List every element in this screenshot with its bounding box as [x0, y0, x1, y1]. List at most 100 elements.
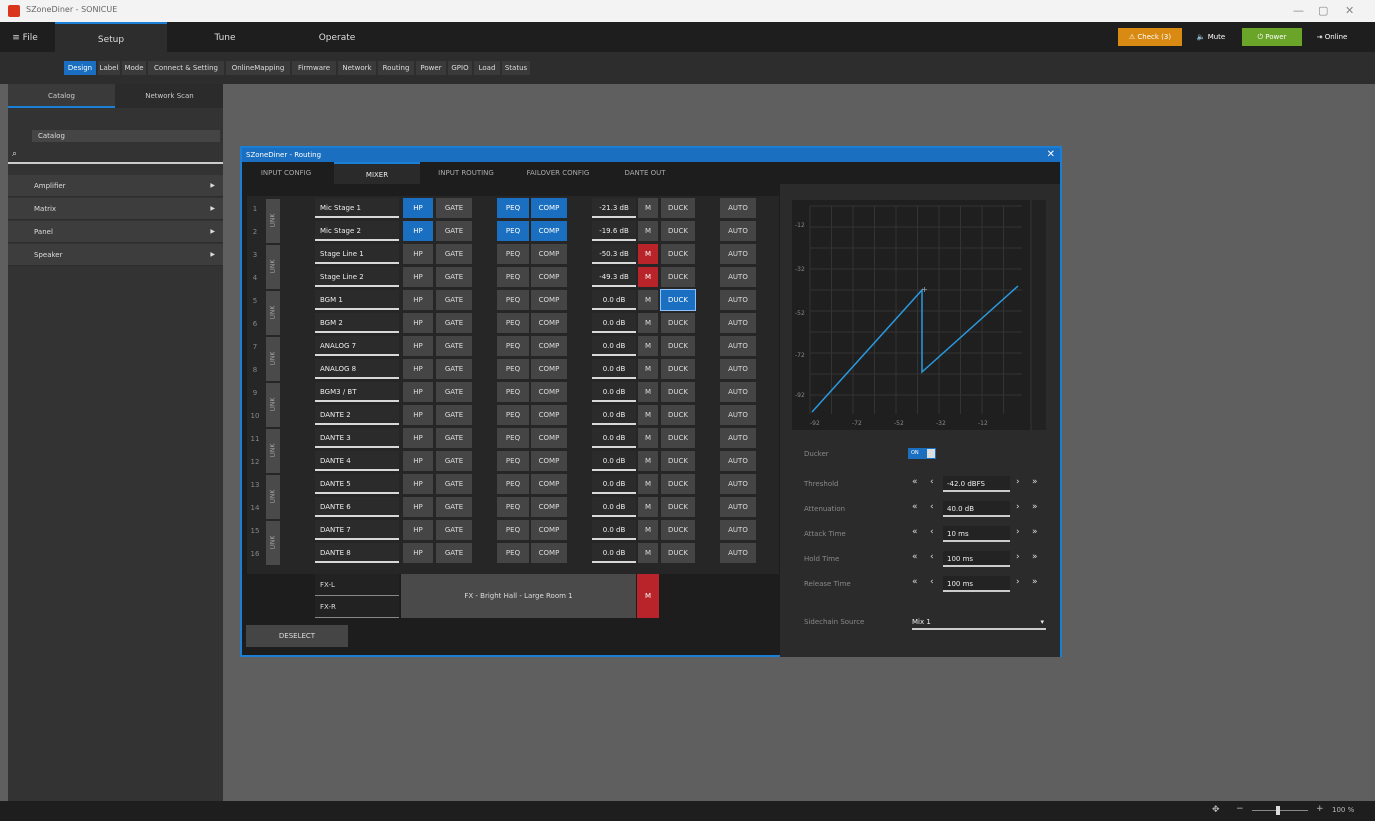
decrement-fast-icon[interactable]: « — [912, 527, 918, 537]
channel-gain-field[interactable]: 0.0 dB — [592, 497, 636, 517]
decrement-icon[interactable]: ‹ — [930, 477, 934, 487]
peq-button[interactable]: PEQ — [497, 474, 529, 494]
auto-button[interactable]: AUTO — [720, 290, 756, 310]
hp-button[interactable]: HP — [403, 543, 433, 563]
subtab-label[interactable]: Label — [98, 61, 120, 75]
decrement-fast-icon[interactable]: « — [912, 552, 918, 562]
channel-gain-field[interactable]: 0.0 dB — [592, 543, 636, 563]
channel-mute-button[interactable]: M — [638, 520, 658, 540]
peq-button[interactable]: PEQ — [497, 359, 529, 379]
comp-button[interactable]: COMP — [531, 428, 567, 448]
auto-button[interactable]: AUTO — [720, 497, 756, 517]
hp-button[interactable]: HP — [403, 428, 433, 448]
channel-mute-button[interactable]: M — [638, 221, 658, 241]
decrement-fast-icon[interactable]: « — [912, 577, 918, 587]
duck-button[interactable]: DUCK — [661, 267, 695, 287]
maximize-button[interactable]: ▢ — [1318, 4, 1328, 17]
subtab-design[interactable]: Design — [64, 61, 96, 75]
comp-button[interactable]: COMP — [531, 451, 567, 471]
channel-name-field[interactable]: DANTE 6 — [315, 497, 399, 517]
gate-button[interactable]: GATE — [436, 497, 472, 517]
channel-gain-field[interactable]: 0.0 dB — [592, 313, 636, 333]
tab-operate[interactable]: Operate — [282, 22, 392, 52]
channel-name-field[interactable]: Mic Stage 2 — [315, 221, 399, 241]
channel-gain-field[interactable]: 0.0 dB — [592, 290, 636, 310]
auto-button[interactable]: AUTO — [720, 198, 756, 218]
check-button[interactable]: ⚠ Check (3) — [1118, 28, 1182, 46]
subtab-status[interactable]: Status — [502, 61, 530, 75]
peq-button[interactable]: PEQ — [497, 543, 529, 563]
hp-button[interactable]: HP — [403, 290, 433, 310]
channel-mute-button[interactable]: M — [638, 244, 658, 264]
tab-failover-config[interactable]: FAILOVER CONFIG — [512, 162, 604, 184]
link-button[interactable]: LINK — [266, 199, 280, 243]
channel-mute-button[interactable]: M — [638, 267, 658, 287]
gate-button[interactable]: GATE — [436, 313, 472, 333]
channel-name-field[interactable]: BGM 2 — [315, 313, 399, 333]
decrement-icon[interactable]: ‹ — [930, 577, 934, 587]
duck-button[interactable]: DUCK — [661, 405, 695, 425]
channel-name-field[interactable]: DANTE 5 — [315, 474, 399, 494]
increment-fast-icon[interactable]: » — [1032, 552, 1038, 562]
subtab-mode[interactable]: Mode — [122, 61, 146, 75]
subtab-power[interactable]: Power — [416, 61, 446, 75]
sidebar-item-panel[interactable]: Panel ▶ — [8, 221, 223, 243]
channel-name-field[interactable]: ANALOG 8 — [315, 359, 399, 379]
peq-button[interactable]: PEQ — [497, 221, 529, 241]
hp-button[interactable]: HP — [403, 198, 433, 218]
peq-button[interactable]: PEQ — [497, 198, 529, 218]
channel-name-field[interactable]: DANTE 4 — [315, 451, 399, 471]
gate-button[interactable]: GATE — [436, 474, 472, 494]
minimize-button[interactable]: — — [1293, 4, 1304, 17]
duck-button[interactable]: DUCK — [661, 474, 695, 494]
channel-gain-field[interactable]: 0.0 dB — [592, 451, 636, 471]
zoom-out-button[interactable]: − — [1236, 804, 1244, 814]
hp-button[interactable]: HP — [403, 520, 433, 540]
catalog-search-input[interactable]: ⌕ — [8, 146, 223, 164]
channel-mute-button[interactable]: M — [638, 313, 658, 333]
ducker-toggle[interactable]: ON — [908, 448, 936, 459]
auto-button[interactable]: AUTO — [720, 428, 756, 448]
file-menu[interactable]: ≡ File — [10, 22, 40, 52]
channel-gain-field[interactable]: 0.0 dB — [592, 474, 636, 494]
increment-icon[interactable]: › — [1016, 502, 1020, 512]
auto-button[interactable]: AUTO — [720, 267, 756, 287]
tab-mixer[interactable]: MIXER — [334, 162, 420, 184]
channel-gain-field[interactable]: -49.3 dB — [592, 267, 636, 287]
link-button[interactable]: LINK — [266, 337, 280, 381]
duck-button[interactable]: DUCK — [661, 382, 695, 402]
comp-button[interactable]: COMP — [531, 405, 567, 425]
sidebar-item-amplifier[interactable]: Amplifier ▶ — [8, 175, 223, 197]
channel-gain-field[interactable]: 0.0 dB — [592, 520, 636, 540]
duck-button[interactable]: DUCK — [661, 313, 695, 333]
increment-fast-icon[interactable]: » — [1032, 477, 1038, 487]
link-button[interactable]: LINK — [266, 475, 280, 519]
peq-button[interactable]: PEQ — [497, 428, 529, 448]
gate-button[interactable]: GATE — [436, 382, 472, 402]
param-value-field[interactable]: -42.0 dBFS — [943, 476, 1010, 492]
close-window-button[interactable]: ✕ — [1345, 4, 1354, 17]
gate-button[interactable]: GATE — [436, 221, 472, 241]
duck-button[interactable]: DUCK — [661, 359, 695, 379]
duck-button[interactable]: DUCK — [661, 497, 695, 517]
hp-button[interactable]: HP — [403, 405, 433, 425]
auto-button[interactable]: AUTO — [720, 382, 756, 402]
duck-button[interactable]: DUCK — [661, 451, 695, 471]
comp-button[interactable]: COMP — [531, 313, 567, 333]
tab-input-routing[interactable]: INPUT ROUTING — [426, 162, 506, 184]
increment-icon[interactable]: › — [1016, 577, 1020, 587]
channel-mute-button[interactable]: M — [638, 382, 658, 402]
sidebar-item-speaker[interactable]: Speaker ▶ — [8, 244, 223, 266]
gate-button[interactable]: GATE — [436, 290, 472, 310]
peq-button[interactable]: PEQ — [497, 520, 529, 540]
auto-button[interactable]: AUTO — [720, 474, 756, 494]
decrement-icon[interactable]: ‹ — [930, 527, 934, 537]
duck-button[interactable]: DUCK — [660, 289, 696, 311]
channel-mute-button[interactable]: M — [638, 405, 658, 425]
online-button[interactable]: ⇥ Online — [1305, 28, 1359, 46]
auto-button[interactable]: AUTO — [720, 543, 756, 563]
sidechain-source-select[interactable]: Mix 1 ▾ — [912, 614, 1046, 630]
deselect-button[interactable]: DESELECT — [246, 625, 348, 647]
peq-button[interactable]: PEQ — [497, 382, 529, 402]
increment-icon[interactable]: › — [1016, 527, 1020, 537]
